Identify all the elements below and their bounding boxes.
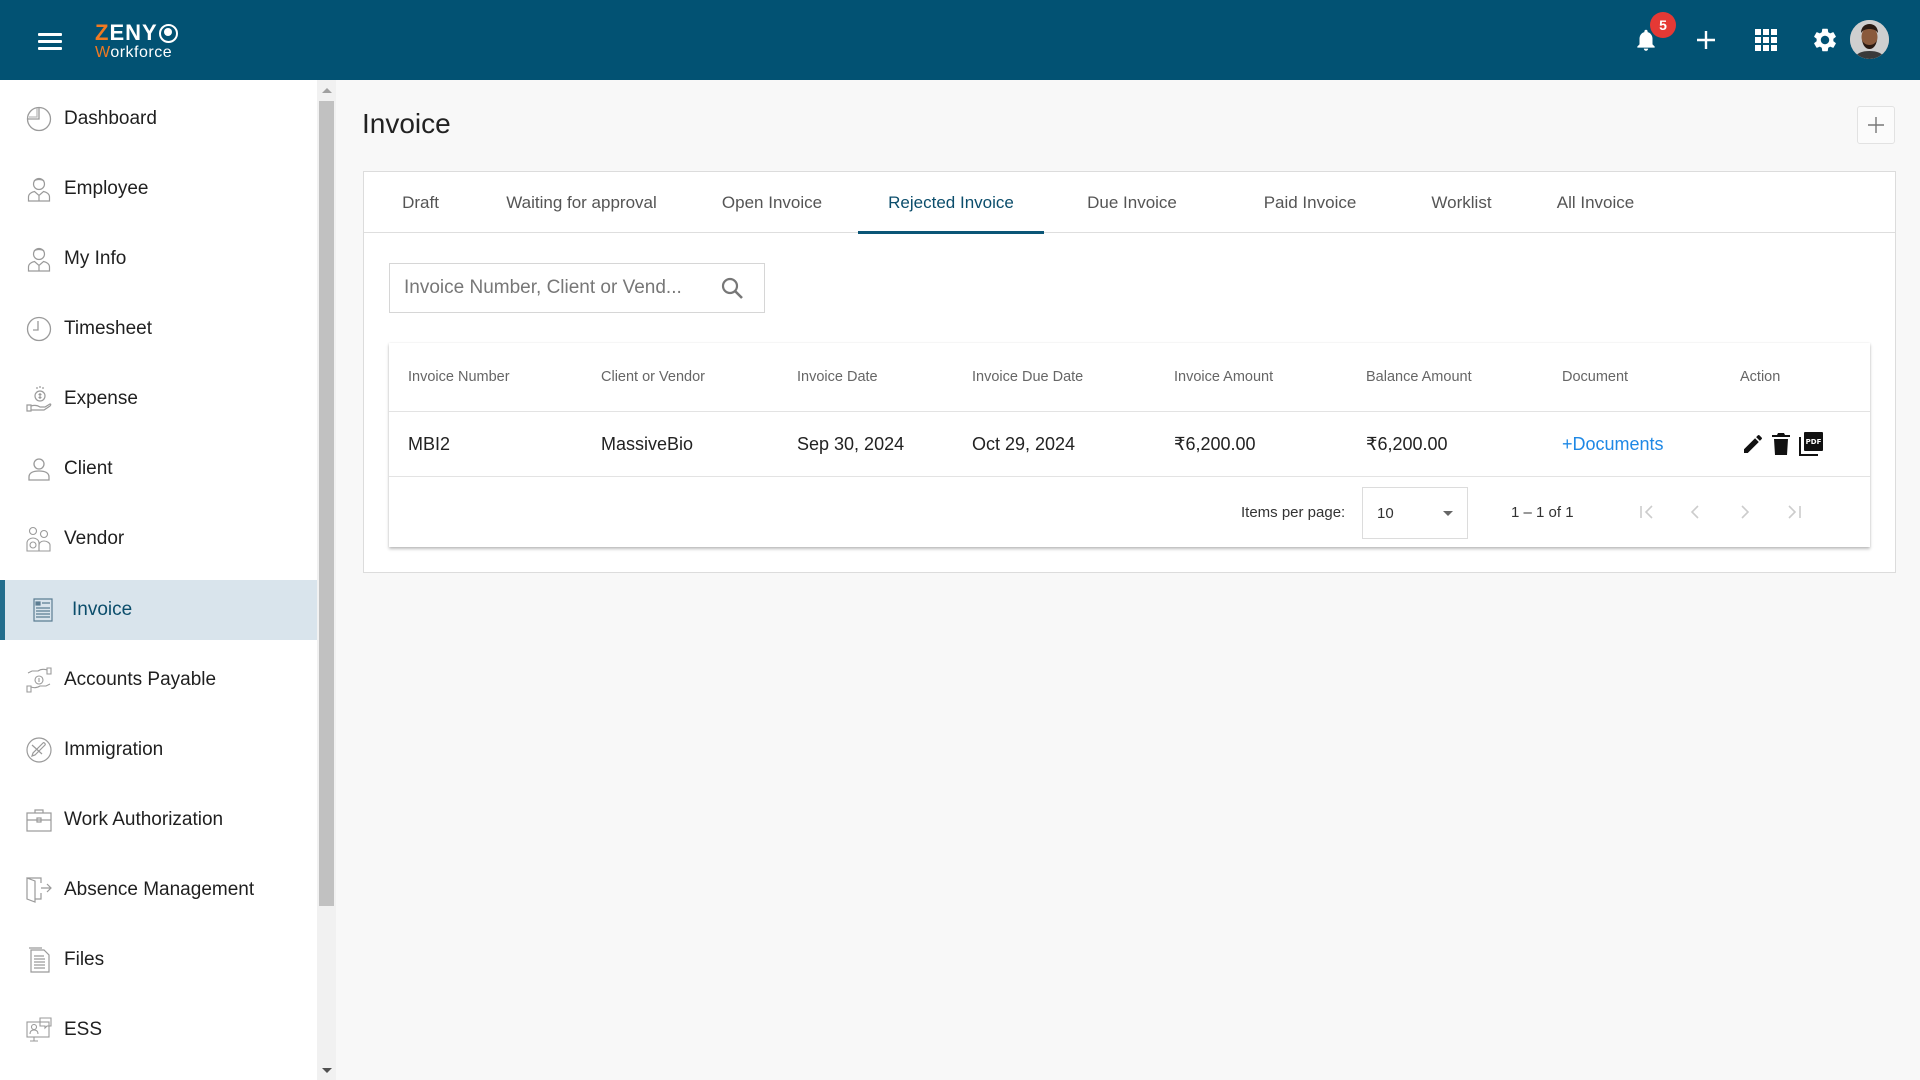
sidebar-item-client[interactable]: Client <box>0 439 317 499</box>
sidebar-item-invoice[interactable]: Invoice <box>0 580 317 640</box>
paginator: Items per page: 10 1 – 1 of 1 <box>389 477 1870 547</box>
delete-trash-icon[interactable] <box>1771 432 1791 456</box>
sidebar-item-dashboard[interactable]: Dashboard <box>0 89 317 149</box>
sidebar-item-accounts-payable[interactable]: Accounts Payable <box>0 650 317 710</box>
sidebar-scrollbar[interactable] <box>317 80 336 1080</box>
items-per-page-label: Items per page: <box>1241 503 1346 521</box>
client-person-icon <box>26 456 52 482</box>
scroll-down-arrow-icon[interactable] <box>322 1068 332 1073</box>
invoice-receipt-icon <box>30 597 56 623</box>
column-header-client-or-vendor[interactable]: Client or Vendor <box>601 343 705 411</box>
sidebar-item-expense[interactable]: Expense <box>0 369 317 429</box>
employee-icon <box>26 176 52 202</box>
user-avatar[interactable] <box>1850 20 1889 59</box>
sidebar-item-employee[interactable]: Employee <box>0 159 317 219</box>
previous-page-button[interactable] <box>1681 498 1709 526</box>
logo-mark-icon <box>158 23 178 43</box>
gear-icon[interactable] <box>1809 24 1841 56</box>
ess-monitor-icon <box>26 1017 52 1043</box>
scroll-thumb[interactable] <box>319 101 334 906</box>
search-input[interactable] <box>404 277 714 299</box>
cell-invoice-amount: ₹6,200.00 <box>1174 433 1256 454</box>
cell-invoice-date: Sep 30, 2024 <box>797 433 905 454</box>
column-header-invoice-amount[interactable]: Invoice Amount <box>1174 343 1273 411</box>
briefcase-icon <box>26 807 52 833</box>
sidebar-item-immigration[interactable]: Immigration <box>0 720 317 780</box>
cell-invoice-number[interactable]: MBI2 <box>408 412 450 476</box>
sidebar: Dashboard Employee My Info Timesheet Exp… <box>0 80 317 1080</box>
tab-all-invoice[interactable]: All Invoice <box>1523 172 1668 233</box>
file-icon <box>26 947 52 973</box>
column-header-invoice-due-date[interactable]: Invoice Due Date <box>972 343 1083 411</box>
table-row[interactable]: MBI2 MassiveBio Sep 30, 2024 Oct 29, 202… <box>389 412 1870 477</box>
sidebar-item-my-info[interactable]: My Info <box>0 229 317 289</box>
cell-client-or-vendor: MassiveBio <box>601 433 694 454</box>
column-header-document: Document <box>1562 369 1629 385</box>
last-page-button[interactable] <box>1780 498 1808 526</box>
sidebar-item-vendor[interactable]: Vendor <box>0 509 317 569</box>
first-page-button[interactable] <box>1633 498 1661 526</box>
tab-open-invoice[interactable]: Open Invoice <box>686 172 858 233</box>
sidebar-item-ess[interactable]: ESS <box>0 1000 317 1060</box>
expense-hand-coin-icon <box>26 386 52 412</box>
notification-badge[interactable]: 5 <box>1650 12 1676 38</box>
search-icon[interactable] <box>720 276 744 300</box>
items-per-page-select[interactable]: 10 <box>1362 487 1468 539</box>
last-page-icon <box>1788 505 1801 519</box>
first-page-icon <box>1640 505 1653 519</box>
sidebar-item-absence-management[interactable]: Absence Management <box>0 860 317 920</box>
column-header-action: Action <box>1740 369 1781 385</box>
cell-invoice-due-date: Oct 29, 2024 <box>972 433 1076 454</box>
plus-icon[interactable] <box>1690 24 1722 56</box>
tab-draft[interactable]: Draft <box>364 172 477 233</box>
svg-text:PDF: PDF <box>1806 438 1822 446</box>
row-actions: PDF <box>1741 412 1825 476</box>
sidebar-item-files[interactable]: Files <box>0 930 317 990</box>
search-field <box>389 263 765 313</box>
logo-text: ENY <box>109 20 158 45</box>
scroll-up-arrow-icon[interactable] <box>322 88 332 93</box>
clock-icon <box>26 316 52 342</box>
tab-worklist[interactable]: Worklist <box>1400 172 1523 233</box>
dropdown-caret-icon <box>1443 511 1453 516</box>
logo[interactable]: Z ENY Workforce <box>95 22 178 61</box>
plus-icon <box>1868 117 1884 133</box>
top-app-bar: Z ENY Workforce 5 <box>0 0 1920 80</box>
edit-pencil-icon[interactable] <box>1741 432 1765 456</box>
page-title: Invoice <box>362 108 451 139</box>
pdf-icon[interactable]: PDF <box>1797 430 1825 458</box>
airplane-icon <box>26 737 52 763</box>
tab-paid-invoice[interactable]: Paid Invoice <box>1220 172 1400 233</box>
next-page-button[interactable] <box>1731 498 1759 526</box>
invoice-tabs: Draft Waiting for approval Open Invoice … <box>364 172 1895 234</box>
invoice-table: Invoice Number Client or Vendor Invoice … <box>389 343 1870 547</box>
column-header-invoice-date[interactable]: Invoice Date <box>797 343 878 411</box>
exit-door-icon <box>26 877 52 903</box>
table-header-row: Invoice Number Client or Vendor Invoice … <box>389 343 1870 412</box>
sidebar-item-timesheet[interactable]: Timesheet <box>0 299 317 359</box>
my-info-icon <box>26 246 52 272</box>
tab-rejected-invoice[interactable]: Rejected Invoice <box>858 172 1044 234</box>
accounts-payable-icon <box>26 667 52 693</box>
sidebar-item-work-authorization[interactable]: Work Authorization <box>0 790 317 850</box>
cell-balance-amount: ₹6,200.00 <box>1366 433 1448 454</box>
apps-grid-icon[interactable] <box>1750 24 1782 56</box>
tab-waiting-for-approval[interactable]: Waiting for approval <box>477 172 686 233</box>
menu-icon[interactable] <box>38 33 62 50</box>
chevron-left-icon <box>1690 505 1699 519</box>
invoice-card: Draft Waiting for approval Open Invoice … <box>363 171 1896 573</box>
column-header-invoice-number[interactable]: Invoice Number <box>408 343 510 411</box>
column-header-balance-amount[interactable]: Balance Amount <box>1366 343 1472 411</box>
documents-link[interactable]: +Documents <box>1562 434 1664 455</box>
page-range-label: 1 – 1 of 1 <box>1511 503 1574 521</box>
add-invoice-button[interactable] <box>1857 106 1895 144</box>
dashboard-pie-icon <box>26 106 52 132</box>
tab-due-invoice[interactable]: Due Invoice <box>1044 172 1220 233</box>
chevron-right-icon <box>1741 505 1750 519</box>
vendor-group-icon <box>26 526 52 552</box>
items-per-page-value: 10 <box>1377 504 1394 522</box>
